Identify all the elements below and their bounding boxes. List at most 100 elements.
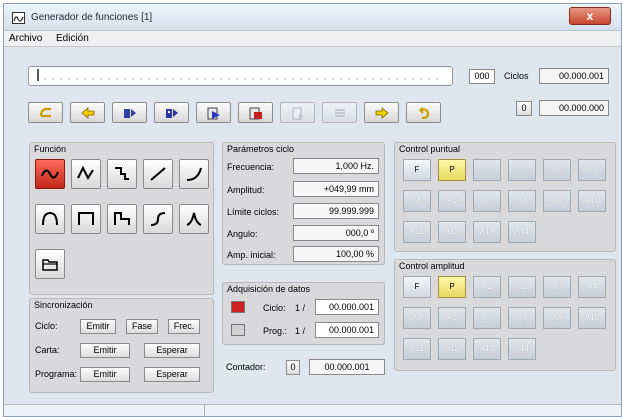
adq-ciclo-label: Ciclo: <box>263 303 286 313</box>
control-puntual-button-a4[interactable]: A4 <box>578 159 606 181</box>
frecuencia-field[interactable]: 1,000 Hz. <box>293 158 379 174</box>
adquisicion-title: Adquisición de datos <box>227 284 311 294</box>
prog-indicator <box>231 324 245 336</box>
step-down-button[interactable] <box>107 204 137 234</box>
stop-button[interactable] <box>238 102 273 123</box>
control-amplitud-button-a14[interactable]: A14 <box>508 338 536 360</box>
control-puntual-group: Control puntual F P A1 A2 A3 A4 A5 A6 A7 A8 A9 A10 A… <box>394 142 616 252</box>
angulo-field[interactable]: 000,0 º <box>293 225 379 241</box>
limite-ciclos-field[interactable]: 99.999.999 <box>293 203 379 219</box>
control-amplitud-button-a6[interactable]: A6 <box>438 307 466 329</box>
s-curve-icon <box>150 212 166 226</box>
sync-ciclo-label: Ciclo: <box>35 321 58 331</box>
control-puntual-button-a3[interactable]: A3 <box>543 159 571 181</box>
title-bar: Generador de funciones [1] x <box>4 4 621 31</box>
sincronizacion-title: Sincronización <box>34 300 93 310</box>
control-amplitud-button-p[interactable]: P <box>438 276 466 298</box>
curve-up-icon <box>186 167 202 181</box>
control-puntual-button-a7[interactable]: A7 <box>473 190 501 212</box>
control-puntual-button-a8[interactable]: A8 <box>508 190 536 212</box>
control-puntual-button-a11[interactable]: A11 <box>403 221 431 243</box>
start-icon <box>39 107 51 118</box>
start-button[interactable] <box>28 102 63 123</box>
pulse-button[interactable] <box>71 204 101 234</box>
sync-programa-esperar-button[interactable]: Esperar <box>144 367 200 382</box>
close-button[interactable]: x <box>569 7 611 25</box>
control-puntual-button-p[interactable]: P <box>438 159 466 181</box>
control-puntual-button-a10[interactable]: A10 <box>578 190 606 212</box>
control-puntual-button-a2[interactable]: A2 <box>508 159 536 181</box>
sync-carta-emitir-button[interactable]: Emitir <box>80 343 130 358</box>
forward-button[interactable] <box>364 102 399 123</box>
frecuencia-label: Frecuencia: <box>227 162 275 172</box>
progress-thumb[interactable] <box>37 69 39 81</box>
control-amplitud-button-a9[interactable]: A9 <box>543 307 571 329</box>
control-amplitud-button-a2[interactable]: A2 <box>508 276 536 298</box>
sync-ciclo-emitir-button[interactable]: Emitir <box>80 319 116 334</box>
ramp-up-button[interactable] <box>143 159 173 189</box>
control-puntual-button-a1[interactable]: A1 <box>473 159 501 181</box>
ciclo-indicator <box>231 301 245 313</box>
menu-archivo[interactable]: Archivo <box>9 33 42 44</box>
adquisicion-group: Adquisición de datos Ciclo: 1 / 00.000.0… <box>222 282 385 345</box>
sync-ciclo-fase-button[interactable]: Fase <box>126 319 158 334</box>
control-amplitud-button-a11[interactable]: A11 <box>403 338 431 360</box>
control-amplitud-button-a1[interactable]: A1 <box>473 276 501 298</box>
sine-wave-button[interactable] <box>35 159 65 189</box>
record-button[interactable] <box>112 102 147 123</box>
parametros-title: Parámetros ciclo <box>227 144 295 154</box>
control-amplitud-button-a13[interactable]: A13 <box>473 338 501 360</box>
sync-carta-esperar-button[interactable]: Esperar <box>144 343 200 358</box>
control-puntual-button-a5[interactable]: A5 <box>403 190 431 212</box>
sync-ciclo-frec-button[interactable]: Frec. <box>168 319 200 334</box>
control-amplitud-title: Control amplitud <box>399 261 465 271</box>
control-puntual-button-a9[interactable]: A9 <box>543 190 571 212</box>
status-bar <box>4 404 621 416</box>
triangle-wave-button[interactable] <box>71 159 101 189</box>
control-amplitud-button-a12[interactable]: A12 <box>438 338 466 360</box>
paste-icon <box>207 107 220 120</box>
function-generator-window: Generador de funciones [1] x Archivo Edi… <box>3 3 622 417</box>
back-button[interactable] <box>70 102 105 123</box>
reset-zero-button[interactable]: 0 <box>516 101 532 116</box>
peak-button[interactable] <box>179 204 209 234</box>
menu-bar: Archivo Edición <box>4 31 621 47</box>
control-amplitud-button-a5[interactable]: A5 <box>403 307 431 329</box>
amplitud-field[interactable]: +049,99 mm <box>293 181 379 197</box>
square-step-button[interactable] <box>107 159 137 189</box>
control-amplitud-group: Control amplitud F P A1 A2 A3 A4 A5 A6 A7 A8 A9 A10… <box>394 259 616 371</box>
control-amplitud-button-a4[interactable]: A4 <box>578 276 606 298</box>
control-amplitud-button-a8[interactable]: A8 <box>508 307 536 329</box>
sincronizacion-group: Sincronización Ciclo: Emitir Fase Frec. … <box>29 298 214 393</box>
contador-reset-button[interactable]: 0 <box>286 360 300 375</box>
control-amplitud-button-f[interactable]: F <box>403 276 431 298</box>
amp-inicial-field[interactable]: 100,00 % <box>293 246 379 262</box>
half-sine-button[interactable] <box>35 204 65 234</box>
paste-button[interactable] <box>196 102 231 123</box>
sync-programa-emitir-button[interactable]: Emitir <box>80 367 130 382</box>
content-area: Función Sincronización Ciclo: Emitir Fas… <box>4 132 621 402</box>
record-alt-button[interactable] <box>154 102 189 123</box>
curve-up-button[interactable] <box>179 159 209 189</box>
page-button[interactable] <box>280 102 315 123</box>
control-puntual-button-a14[interactable]: A14 <box>508 221 536 243</box>
control-puntual-button-a6[interactable]: A6 <box>438 190 466 212</box>
return-icon <box>418 107 429 120</box>
top-panel: 000 Ciclos 00.000.001 0 00.000.000 <box>4 48 621 132</box>
forward-arrow-icon <box>375 107 389 119</box>
control-amplitud-button-a3[interactable]: A3 <box>543 276 571 298</box>
control-puntual-button-f[interactable]: F <box>403 159 431 181</box>
triangle-wave-icon <box>77 165 94 181</box>
amp-inicial-label: Amp. inicial: <box>227 250 276 260</box>
return-button[interactable] <box>406 102 441 123</box>
control-puntual-button-a13[interactable]: A13 <box>473 221 501 243</box>
settings-button[interactable] <box>322 102 357 123</box>
cycle-progress-bar[interactable] <box>28 66 453 86</box>
menu-edicion[interactable]: Edición <box>56 33 89 44</box>
control-amplitud-button-a7[interactable]: A7 <box>473 307 501 329</box>
s-curve-button[interactable] <box>143 204 173 234</box>
control-amplitud-button-a10[interactable]: A10 <box>578 307 606 329</box>
funcion-group: Función <box>29 142 214 295</box>
folder-button[interactable] <box>35 249 65 279</box>
control-puntual-button-a12[interactable]: A12 <box>438 221 466 243</box>
